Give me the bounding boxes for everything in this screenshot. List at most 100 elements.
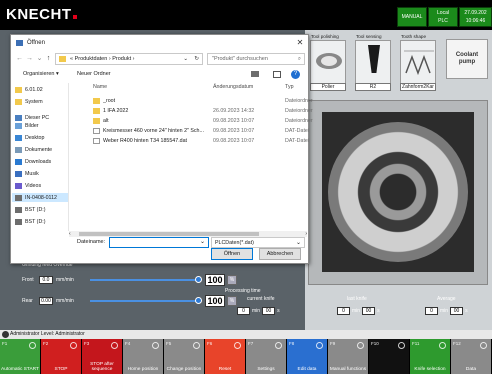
front-feed-slider-thumb[interactable]: [195, 276, 202, 283]
tool-sensing-image[interactable]: [355, 40, 391, 84]
file-date: 09.08.2023 10:07: [213, 118, 255, 124]
nav-item-system[interactable]: System: [15, 97, 43, 106]
file-name: _root: [103, 98, 116, 104]
up-arrow-icon[interactable]: ↑: [44, 54, 53, 64]
filename-input[interactable]: ⌄: [109, 237, 209, 248]
file-date: 26.09.2023 14:32: [213, 108, 255, 114]
folder-icon: [93, 108, 100, 114]
front-label: Front: [22, 277, 34, 283]
average-label: Average: [437, 296, 456, 302]
view-options-icon[interactable]: [251, 71, 259, 77]
fkey-label: Settings: [257, 367, 275, 372]
dropdown-chevron-icon[interactable]: ⌄: [183, 54, 188, 65]
sec-unit: s: [277, 307, 280, 314]
fkey-number: F2: [43, 341, 49, 346]
fkey-f9[interactable]: F9 Manual functions: [328, 339, 369, 374]
column-type-header[interactable]: Typ: [285, 83, 294, 92]
documents-icon: [15, 146, 22, 153]
folder-icon: [15, 98, 22, 105]
front-percent-button[interactable]: %: [227, 275, 237, 285]
fkey-label: Automatic START: [1, 367, 39, 372]
function-key-bar: F1 Automatic START F2 STOP F3 STOP after sequ…: [0, 339, 492, 374]
file-name: Weber R400 hinten T34 185547.dat: [103, 138, 188, 144]
refresh-icon[interactable]: ↻: [194, 54, 199, 65]
nav-item-in-0408-0112[interactable]: IN-0408-0112: [12, 193, 68, 202]
new-folder-button[interactable]: Neuer Ordner: [77, 71, 111, 77]
fkey-icon: [111, 342, 118, 349]
nav-item-label: Bilder: [25, 122, 39, 129]
rear-feed-slider-thumb[interactable]: [195, 297, 202, 304]
nav-item-musik[interactable]: Musik: [15, 169, 39, 178]
front-feed-slider[interactable]: [90, 279, 198, 281]
front-feed-percent: 100: [205, 274, 225, 286]
file-type: DAT-Datei: [285, 138, 310, 144]
nav-item-desktop[interactable]: Desktop: [15, 133, 44, 142]
file-row[interactable]: Weber R400 hinten T34 185547.dat 09.08.20…: [71, 137, 310, 146]
preview-pane-icon[interactable]: [273, 71, 281, 78]
fkey-f8[interactable]: F8 Edit data: [287, 339, 328, 374]
fkey-f10[interactable]: F10: [369, 339, 410, 374]
fkey-label: STOP after sequence: [90, 362, 114, 372]
column-name-header[interactable]: Name: [93, 83, 107, 92]
nav-item-bilder[interactable]: Bilder: [15, 121, 39, 130]
fkey-number: F1: [2, 341, 8, 346]
file-name: Kreismesser 460 vorne 24" hinten 2" Sch.…: [103, 128, 204, 134]
nav-item-downloads[interactable]: Downloads: [15, 157, 51, 166]
rear-feed-slider[interactable]: [90, 300, 198, 302]
datetime-indicator: 27.09.202 10:06:46: [459, 7, 492, 27]
tooth-shape-image[interactable]: [400, 40, 436, 84]
file-row[interactable]: alt 09.08.2023 10:07 Dateiordner: [71, 117, 313, 126]
forward-arrow-icon[interactable]: →: [25, 54, 34, 64]
open-button[interactable]: Öffnen: [211, 248, 253, 260]
nav-item-bst-d-[interactable]: BST (D:): [15, 217, 46, 226]
filename-label: Dateiname:: [77, 239, 106, 245]
nav-item-videos[interactable]: Videos: [15, 181, 41, 190]
fkey-number: F3: [84, 341, 90, 346]
search-input[interactable]: "Produkt" durchsuchen ⌕: [207, 53, 305, 65]
cancel-button[interactable]: Abbrechen: [259, 248, 301, 260]
filename-dropdown-icon[interactable]: ⌄: [200, 238, 205, 245]
music-icon: [15, 170, 22, 177]
address-bar[interactable]: « Produktdaten › Produkt › ⌄ ↻: [55, 53, 203, 65]
file-list: Name Änderungsdatum Typ _root Dateiordner…: [71, 83, 313, 231]
tool-polishing-image[interactable]: [310, 40, 346, 84]
file-row[interactable]: _root Dateiordner: [71, 97, 313, 106]
filetype-dropdown-icon[interactable]: ⌄: [296, 238, 301, 248]
file-row[interactable]: 1 IFA 2022 26.09.2023 14:32 Dateiordner: [71, 107, 313, 116]
last-sec-value: 00: [362, 306, 376, 315]
dialog-close-button[interactable]: ✕: [294, 37, 306, 49]
nav-item-label: BST (D:): [25, 206, 46, 213]
current-sec-value: 00: [262, 306, 276, 315]
pictures-icon: [15, 122, 22, 129]
desktop-icon: [15, 134, 22, 141]
fkey-f12[interactable]: F12 Data: [451, 339, 492, 374]
fkey-label: STOP: [54, 367, 68, 372]
nav-item-6-01-02[interactable]: 6.01.02: [15, 85, 43, 94]
sec-unit: s: [465, 307, 468, 314]
back-arrow-icon[interactable]: ←: [15, 54, 24, 64]
fkey-f7[interactable]: F7 Settings: [246, 339, 287, 374]
fkey-f4[interactable]: F4 Home position: [123, 339, 164, 374]
column-date-header[interactable]: Änderungsdatum: [213, 83, 253, 92]
fkey-f1[interactable]: F1 Automatic START: [0, 339, 41, 374]
search-icon: ⌕: [297, 56, 301, 62]
organize-button[interactable]: Organisieren ▾: [23, 71, 59, 77]
folder-icon: [15, 86, 22, 93]
nav-item-label: Musik: [25, 170, 39, 177]
filetype-select[interactable]: PLCDaten(*.dat) ⌄: [211, 237, 305, 248]
tooth-shape-title: Tooth shape: [401, 34, 427, 39]
last-knife-time: 0 min 00 s: [337, 306, 380, 315]
help-icon[interactable]: ?: [291, 70, 300, 79]
file-row[interactable]: Kreismesser 460 vorne 24" hinten 2" Sch.…: [71, 127, 309, 136]
fkey-f3[interactable]: F3 STOP after sequence: [82, 339, 123, 374]
fkey-number: F11: [412, 341, 420, 346]
nav-item-bst-d-[interactable]: BST (D:): [15, 205, 46, 214]
fkey-f2[interactable]: F2 STOP: [41, 339, 82, 374]
recent-chevron-icon[interactable]: ⌄: [35, 54, 44, 64]
filetype-value: PLCDaten(*.dat): [215, 240, 254, 246]
nav-item-dokumente[interactable]: Dokumente: [15, 145, 52, 154]
fkey-f6[interactable]: F6 Reset: [205, 339, 246, 374]
fkey-f5[interactable]: F5 Change position: [164, 339, 205, 374]
coolant-pump-button[interactable]: Coolant pump: [446, 39, 488, 79]
fkey-f11[interactable]: F11 Knife selection: [410, 339, 451, 374]
